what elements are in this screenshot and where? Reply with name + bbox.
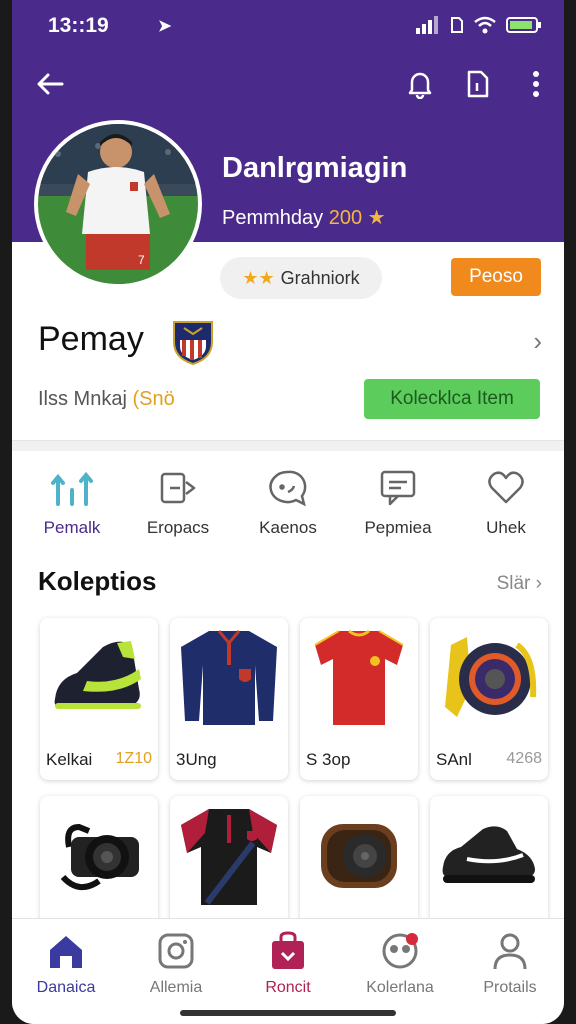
nav-label: Protails <box>483 979 537 996</box>
collection-item-price: 4268 <box>506 750 542 767</box>
quick-action-label: Uhek <box>486 518 526 537</box>
nav-item-community[interactable]: Kolerlana <box>350 931 450 997</box>
star-icon: ★ <box>367 207 386 229</box>
heart-chat-icon <box>488 471 524 504</box>
collection-card[interactable]: SAnl 4268 <box>430 618 548 780</box>
profile-subtitle: Pemmhday 200 ★ <box>222 205 386 230</box>
quick-action-label: Pemalk <box>43 518 101 537</box>
nav-label: Roncit <box>265 979 311 996</box>
collection-card[interactable] <box>170 796 288 926</box>
team-crest-icon <box>173 321 213 366</box>
quick-action-message[interactable]: Pepmiea <box>350 466 446 546</box>
collection-item-label: S 3op <box>306 750 351 769</box>
document-icon <box>467 70 489 98</box>
rating-chip[interactable]: ★★ Grahniork <box>220 257 382 299</box>
status-time: 13::19 <box>48 14 109 37</box>
collection-card[interactable]: 3Ung <box>170 618 288 780</box>
stars-icon: ★★ <box>242 267 275 288</box>
app-screen: 13::19 ➤ Danlrgmiagin Pemmhday 200 ★ 7 ★… <box>12 0 564 1024</box>
signal-icon <box>416 16 438 34</box>
collection-card[interactable] <box>300 796 418 926</box>
quick-action-label: Eropacs <box>146 518 210 537</box>
team-subtitle: Ilss Mnkaj (Snö <box>38 388 175 411</box>
team-subtitle-highlight: (Snö <box>132 388 175 410</box>
player-photo: 7 <box>38 124 198 284</box>
round-speaker-icon <box>321 824 397 888</box>
back-button[interactable] <box>32 66 68 102</box>
more-button[interactable] <box>518 66 554 102</box>
bell-icon <box>408 72 432 99</box>
back-arrow-icon <box>37 73 64 95</box>
quick-action-label: Kaenos <box>259 518 317 537</box>
profile-subtitle-text: Pemmhday <box>222 207 324 229</box>
instagram-icon <box>158 933 194 969</box>
collection-item-label: Kelkai <box>46 750 93 769</box>
collection-item-label: SAnl <box>436 750 472 769</box>
see-all-link[interactable]: Slär › <box>497 573 542 595</box>
team-name: Pemay <box>38 320 144 358</box>
collection-card[interactable] <box>430 796 548 926</box>
location-arrow-icon: ➤ <box>158 18 172 35</box>
avatar[interactable]: 7 <box>34 120 202 288</box>
collection-card[interactable]: S 3op <box>300 618 418 780</box>
status-icons <box>416 16 542 34</box>
quick-action-stats[interactable]: Pemalk <box>24 466 120 546</box>
quick-action-label: Pepmiea <box>364 518 432 537</box>
profile-name: Danlrgmiagin <box>222 152 408 184</box>
card-swap-icon <box>160 472 196 504</box>
shirt-icon <box>314 629 404 725</box>
collection-card[interactable]: Kelkai 1Z10 <box>40 618 158 780</box>
sneaker-icon <box>54 641 141 709</box>
status-bar: 13::19 ➤ <box>48 14 542 40</box>
nav-label: Kolerlana <box>366 979 434 996</box>
team-chevron-icon[interactable]: › <box>533 326 542 357</box>
collections-title: Koleptios <box>38 566 157 596</box>
bottom-nav: Danaica Allemia Roncit Kolerlana Protail… <box>12 918 564 1024</box>
quick-action-favorites[interactable]: Uhek <box>458 466 554 546</box>
nav-item-shop[interactable]: Roncit <box>238 931 338 997</box>
stats-icon <box>51 471 93 506</box>
home-indicator <box>180 1010 396 1016</box>
section-divider <box>12 440 564 451</box>
primary-action-button[interactable]: Peoso <box>451 258 541 296</box>
nav-item-profile[interactable]: Protails <box>460 931 560 997</box>
nav-item-media[interactable]: Allemia <box>126 931 226 997</box>
nav-item-home[interactable]: Danaica <box>16 931 116 997</box>
shoe-icon <box>442 826 535 883</box>
notifications-button[interactable] <box>402 66 438 102</box>
wifi-icon <box>474 16 496 34</box>
user-icon <box>493 933 527 970</box>
collection-card[interactable] <box>40 796 158 926</box>
sim-icon <box>451 17 463 33</box>
more-vert-icon <box>533 71 539 97</box>
team-subtitle-text: Ilss Mnkaj <box>38 388 127 410</box>
collection-item-button[interactable]: Kolecklca Item <box>364 379 540 419</box>
home-icon <box>50 936 82 968</box>
quick-action-chat[interactable]: Kaenos <box>240 466 336 546</box>
chat-icon <box>269 470 307 507</box>
rating-chip-label: Grahniork <box>280 267 360 288</box>
collection-item-label: 3Ung <box>176 750 217 769</box>
nav-label: Danaica <box>36 979 96 996</box>
bag-icon <box>272 931 304 969</box>
group-icon <box>382 933 418 969</box>
document-button[interactable] <box>460 66 496 102</box>
polo-icon <box>181 809 277 905</box>
jersey-number: 7 <box>138 253 145 267</box>
battery-icon <box>506 17 541 33</box>
camera-icon <box>60 823 139 890</box>
profile-subtitle-number: 200 <box>328 207 363 229</box>
collection-item-price: 1Z10 <box>115 750 152 767</box>
speaker-icon <box>445 637 537 717</box>
jersey-icon <box>181 630 277 725</box>
quick-action-cards[interactable]: Eropacs <box>130 466 226 546</box>
message-icon <box>380 470 416 506</box>
nav-label: Allemia <box>149 979 203 996</box>
